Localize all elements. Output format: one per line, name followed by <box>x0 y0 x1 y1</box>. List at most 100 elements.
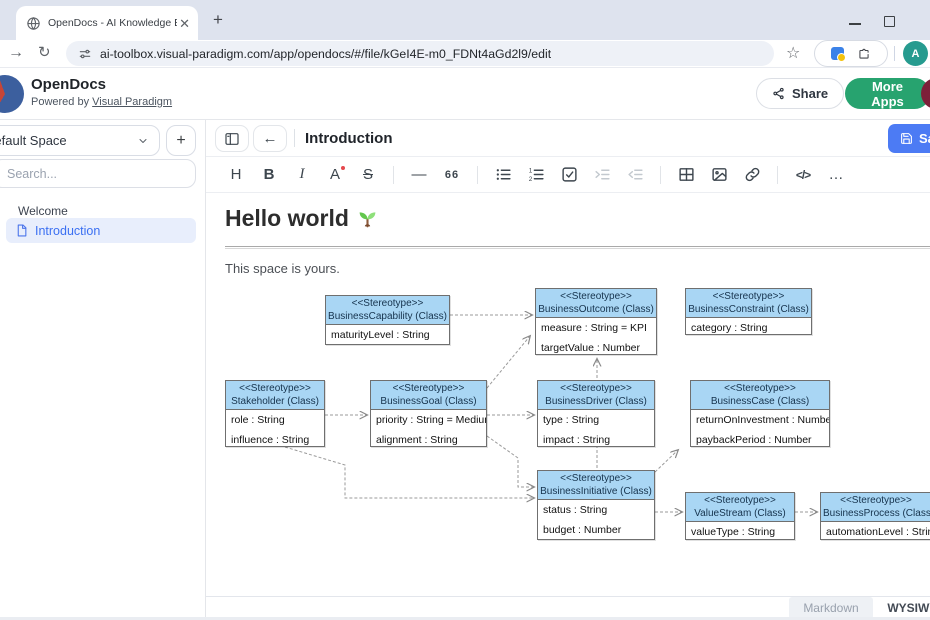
uml-stereotype: <<Stereotype>> <box>328 297 447 310</box>
panel-icon <box>224 131 240 147</box>
code-button[interactable]: </> <box>791 163 815 187</box>
blockquote-button[interactable]: 66 <box>440 163 464 187</box>
bullet-list-button[interactable] <box>491 163 515 187</box>
sidebar-item-introduction[interactable]: Introduction <box>6 218 196 243</box>
uml-stereotype: <<Stereotype>> <box>688 494 792 507</box>
indent-button <box>590 163 614 187</box>
sidebar-section-welcome: Welcome <box>18 204 68 218</box>
space-selector[interactable]: Default Space <box>0 125 160 156</box>
document-icon <box>15 224 28 237</box>
uml-stereotype: <<Stereotype>> <box>373 382 484 395</box>
uml-attribute: automationLevel : String <box>826 523 926 540</box>
image-button[interactable] <box>707 163 731 187</box>
uml-attribute: alignment : String <box>376 431 481 448</box>
uml-class-name: BusinessOutcome (Class) <box>538 303 654 316</box>
back-button[interactable]: ← <box>253 125 287 152</box>
browser-profile-avatar[interactable]: A <box>903 41 928 66</box>
ordered-list-button[interactable]: 12 <box>524 163 548 187</box>
new-tab-button[interactable]: + <box>206 8 230 32</box>
editor-toolbar: HBIAS—6612</>… <box>206 157 930 193</box>
visual-paradigm-link[interactable]: Visual Paradigm <box>92 96 172 108</box>
editor-content[interactable]: Hello world This space is yours. <box>206 193 930 596</box>
toolbar-divider <box>393 166 394 184</box>
header-divider <box>294 129 295 147</box>
toolbar-divider <box>477 166 478 184</box>
toolbar-divider <box>660 166 661 184</box>
uml-attribute: budget : Number <box>543 521 649 541</box>
save-button[interactable]: Save <box>888 124 930 153</box>
browser-tab-strip: OpenDocs - AI Knowledge Base ✕ + <box>0 0 930 40</box>
bookmark-star-icon[interactable]: ☆ <box>786 44 800 64</box>
toggle-sidebar-button[interactable] <box>215 125 249 152</box>
extensions-pill <box>814 40 888 67</box>
document-heading: Hello world <box>225 205 378 232</box>
forward-button[interactable]: → <box>8 43 24 63</box>
uml-class-name: BusinessCapability (Class) <box>328 310 447 323</box>
uml-class-business-goal: <<Stereotype>>BusinessGoal (Class)priori… <box>370 380 487 447</box>
app-header: OpenDocs Powered by Visual Paradigm Shar… <box>0 68 930 120</box>
window-maximize-button[interactable] <box>884 16 895 27</box>
tab-markdown[interactable]: Markdown <box>789 597 873 619</box>
browser-tab[interactable]: OpenDocs - AI Knowledge Base ✕ <box>16 6 198 40</box>
uml-attribute: category : String <box>691 319 806 335</box>
uml-attribute: measure : String = KPI <box>541 319 651 339</box>
url-bar[interactable]: ai-toolbox.visual-paradigm.com/app/opend… <box>66 41 774 66</box>
share-button[interactable]: Share <box>756 78 844 109</box>
extensions-puzzle-icon[interactable] <box>857 47 871 61</box>
svg-text:2: 2 <box>528 176 532 183</box>
more-button[interactable]: … <box>824 163 848 187</box>
uml-class-name: BusinessCase (Class) <box>693 395 827 408</box>
tab-wysiwyg[interactable]: WYSIWYG <box>877 597 930 619</box>
uml-connector-business-goal-to-business-outcome <box>487 336 530 388</box>
powered-by-text: Powered by <box>31 96 92 108</box>
bold-button[interactable]: B <box>257 163 281 187</box>
uml-class-name: BusinessConstraint (Class) <box>688 303 809 316</box>
uml-stereotype: <<Stereotype>> <box>823 494 929 507</box>
italic-button[interactable]: I <box>290 163 314 187</box>
powered-by: Powered by Visual Paradigm <box>31 96 172 108</box>
uml-connector-business-goal-to-business-initiative <box>487 436 534 487</box>
site-settings-icon[interactable] <box>78 47 92 61</box>
svg-text:1: 1 <box>528 167 532 174</box>
uml-stereotype: <<Stereotype>> <box>540 472 652 485</box>
uml-attribute: influence : String <box>231 431 319 448</box>
space-name: Default Space <box>0 133 67 148</box>
add-space-button[interactable]: + <box>166 125 196 156</box>
ai-toolbox-extension-icon[interactable] <box>831 47 844 60</box>
uml-stereotype: <<Stereotype>> <box>540 382 652 395</box>
uml-stereotype: <<Stereotype>> <box>688 290 809 303</box>
browser-toolbar: → ↻ ai-toolbox.visual-paradigm.com/app/o… <box>0 40 930 68</box>
chevron-down-icon <box>137 135 149 147</box>
more-apps-label: More Apps <box>860 79 915 109</box>
mode-tab-bar: Markdown WYSIWYG <box>206 596 930 619</box>
link-button[interactable] <box>740 163 764 187</box>
font-color-button[interactable]: A <box>323 163 347 187</box>
heading-button[interactable]: H <box>224 163 248 187</box>
uml-class-business-process: <<Stereotype>>BusinessProcess (Class) aut… <box>820 492 930 540</box>
heading-text: Hello world <box>225 205 349 232</box>
window-minimize-button[interactable] <box>849 23 861 25</box>
tab-title: OpenDocs - AI Knowledge Base <box>48 17 177 29</box>
uml-class-name: BusinessProcess (Class) <box>823 507 929 520</box>
task-list-button[interactable] <box>557 163 581 187</box>
uml-class-business-outcome: <<Stereotype>>BusinessOutcome (Class) mea… <box>535 288 657 355</box>
sidebar-item-label: Introduction <box>35 224 100 238</box>
toolbar-divider <box>777 166 778 184</box>
strikethrough-button[interactable]: S <box>356 163 380 187</box>
search-input[interactable] <box>0 160 195 187</box>
globe-favicon-icon <box>26 16 41 31</box>
url-text: ai-toolbox.visual-paradigm.com/app/opend… <box>100 47 551 61</box>
reload-button[interactable]: ↻ <box>38 43 51 63</box>
uml-stereotype: <<Stereotype>> <box>538 290 654 303</box>
more-apps-button[interactable]: More Apps <box>845 78 930 109</box>
horizontal-rule-button[interactable]: — <box>407 163 431 187</box>
uml-class-name: BusinessDriver (Class) <box>540 395 652 408</box>
seedling-emoji <box>357 208 378 229</box>
uml-class-name: Stakeholder (Class) <box>228 395 322 408</box>
table-button[interactable] <box>674 163 698 187</box>
uml-stereotype: <<Stereotype>> <box>228 382 322 395</box>
uml-diagram[interactable]: <<Stereotype>>BusinessCapability (Class)… <box>225 288 930 550</box>
uml-class-name: BusinessInitiative (Class) <box>540 485 652 498</box>
uml-attribute: impact : String <box>543 431 649 448</box>
tab-close-icon[interactable]: ✕ <box>179 17 190 30</box>
